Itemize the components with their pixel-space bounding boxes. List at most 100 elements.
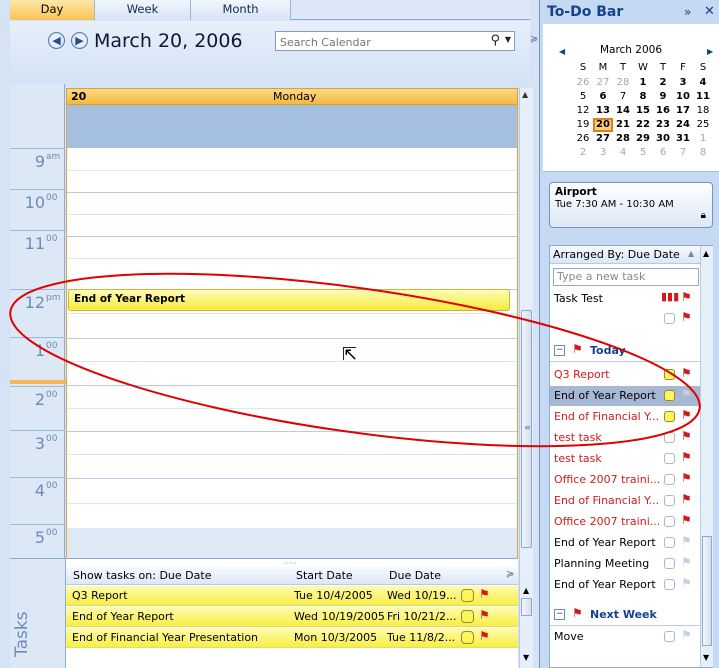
day-cell[interactable]: 17 — [673, 104, 693, 118]
day-cell[interactable]: 16 — [653, 104, 673, 118]
category-icon[interactable] — [664, 495, 675, 506]
new-task-input[interactable]: Type a new task — [553, 268, 699, 286]
day-cell[interactable]: 25 — [693, 118, 713, 132]
category-icon[interactable] — [461, 631, 474, 644]
day-grid[interactable] — [66, 148, 518, 559]
category-icon[interactable] — [664, 369, 675, 380]
day-cell[interactable]: 27 — [593, 132, 613, 146]
next-month-icon[interactable]: ▶ — [707, 47, 713, 56]
scroll-thumb[interactable] — [702, 536, 712, 646]
task-list-scrollbar[interactable]: ▲ ▼ — [519, 558, 533, 668]
scroll-up-icon[interactable]: ▲ — [522, 90, 528, 99]
day-cell[interactable]: 7 — [673, 146, 693, 160]
flag-icon[interactable]: ⚑ — [681, 429, 692, 443]
day-cell[interactable]: 23 — [653, 118, 673, 132]
todo-list-scrollbar[interactable]: ▲ ▼ — [700, 246, 713, 667]
chevron-down-icon[interactable]: ≽ — [506, 569, 514, 580]
category-icon[interactable] — [664, 432, 675, 443]
category-icon[interactable] — [664, 558, 675, 569]
search-icon[interactable]: ⚲ — [490, 33, 500, 48]
scroll-down-icon[interactable]: ▼ — [703, 653, 709, 662]
task-item[interactable]: Task Test ▮▮▮ ⚑ — [550, 289, 700, 309]
group-next-week[interactable]: − ⚑ Next Week — [550, 604, 700, 626]
day-cell[interactable]: 4 — [693, 76, 713, 90]
flag-icon[interactable]: ⚑ — [681, 310, 692, 324]
flag-icon[interactable]: ⚑ — [479, 608, 490, 622]
group-today[interactable]: − ⚑ Today — [550, 340, 700, 362]
day-cell[interactable]: 6 — [593, 90, 613, 104]
chevron-down-icon[interactable]: ▼ — [505, 35, 511, 44]
task-item-selected[interactable]: End of Year Report ⚑ — [550, 386, 700, 406]
category-icon[interactable] — [664, 313, 675, 324]
day-cell[interactable]: 18 — [693, 104, 713, 118]
day-cell[interactable]: 28 — [613, 132, 633, 146]
task-item[interactable]: End of Financial Y... ⚑ — [550, 407, 700, 427]
tab-day[interactable]: Day — [10, 0, 95, 20]
scroll-up-icon[interactable]: ▲ — [523, 586, 529, 595]
task-item[interactable]: ⚑ — [550, 309, 700, 329]
day-cell[interactable]: 1 — [693, 132, 713, 146]
scroll-thumb[interactable] — [521, 598, 532, 616]
flag-icon[interactable]: ⚑ — [681, 471, 692, 485]
task-item[interactable]: Move ⚑ — [550, 627, 700, 647]
all-day-area[interactable] — [66, 105, 518, 148]
category-icon[interactable] — [664, 411, 675, 422]
day-cell[interactable]: 13 — [593, 104, 613, 118]
search-input[interactable] — [280, 35, 470, 49]
scroll-thumb[interactable]: ≡ — [521, 310, 532, 548]
category-icon[interactable] — [664, 453, 675, 464]
day-cell[interactable]: 27 — [593, 76, 613, 90]
flag-icon[interactable]: ⚑ — [681, 450, 692, 464]
search-box[interactable]: ⚲ ▼ — [275, 31, 515, 51]
scroll-up-icon[interactable]: ▲ — [703, 249, 709, 258]
category-icon[interactable] — [664, 390, 675, 401]
flag-icon[interactable]: ⚑ — [681, 513, 692, 527]
category-icon[interactable] — [664, 537, 675, 548]
task-item[interactable]: End of Year Report ⚑ — [550, 575, 700, 595]
day-cell[interactable]: 31 — [673, 132, 693, 146]
collapse-icon[interactable]: − — [554, 345, 565, 356]
flag-icon[interactable]: ⚑ — [681, 534, 692, 548]
close-icon[interactable]: ✕ — [704, 4, 715, 19]
day-cell[interactable]: 19 — [573, 118, 593, 132]
task-item[interactable]: End of Year Report ⚑ — [550, 533, 700, 553]
category-icon[interactable]: ▮▮▮ — [661, 290, 679, 303]
day-cell[interactable]: 28 — [613, 76, 633, 90]
task-row[interactable]: End of Year Report Wed 10/19/2005 Fri 10… — [66, 607, 518, 627]
day-cell[interactable]: 1 — [633, 76, 653, 90]
day-cell[interactable]: 8 — [633, 90, 653, 104]
day-cell[interactable]: 30 — [653, 132, 673, 146]
task-item[interactable]: End of Financial Y... ⚑ — [550, 491, 700, 511]
day-cell[interactable]: 3 — [593, 146, 613, 160]
minimize-icon[interactable]: » — [684, 5, 691, 19]
task-item[interactable]: Office 2007 traini... ⚑ — [550, 470, 700, 490]
flag-icon[interactable]: ⚑ — [681, 290, 692, 304]
task-item[interactable]: test task ⚑ — [550, 449, 700, 469]
scroll-down-icon[interactable]: ▼ — [523, 653, 529, 662]
day-cell[interactable]: 5 — [573, 90, 593, 104]
day-cell[interactable]: 2 — [653, 76, 673, 90]
day-cell[interactable]: 9 — [653, 90, 673, 104]
flag-icon[interactable]: ⚑ — [479, 629, 490, 643]
day-cell[interactable]: 26 — [573, 132, 593, 146]
day-cell[interactable]: 10 — [673, 90, 693, 104]
task-item[interactable]: Q3 Report ⚑ — [550, 365, 700, 385]
day-cell[interactable]: 6 — [653, 146, 673, 160]
flag-icon[interactable]: ⚑ — [681, 387, 692, 401]
day-cell[interactable]: 14 — [613, 104, 633, 118]
category-icon[interactable] — [664, 631, 675, 642]
forward-arrow-icon[interactable]: ▶ — [71, 32, 88, 49]
calendar-scrollbar[interactable]: ▲ ≡ — [519, 88, 533, 558]
flag-icon[interactable]: ⚑ — [681, 555, 692, 569]
today-day-cell[interactable]: 20 — [593, 118, 613, 132]
day-cell[interactable]: 4 — [613, 146, 633, 160]
tab-month[interactable]: Month — [191, 0, 291, 20]
task-row[interactable]: Q3 Report Tue 10/4/2005 Wed 10/19... ⚑ — [66, 586, 518, 606]
flag-icon[interactable]: ⚑ — [681, 366, 692, 380]
category-icon[interactable] — [664, 474, 675, 485]
flag-icon[interactable]: ⚑ — [681, 492, 692, 506]
day-cell[interactable]: 15 — [633, 104, 653, 118]
collapse-icon[interactable]: − — [554, 609, 565, 620]
tab-week[interactable]: Week — [95, 0, 191, 20]
collapse-chevron-icon[interactable]: ≽ — [530, 34, 538, 45]
